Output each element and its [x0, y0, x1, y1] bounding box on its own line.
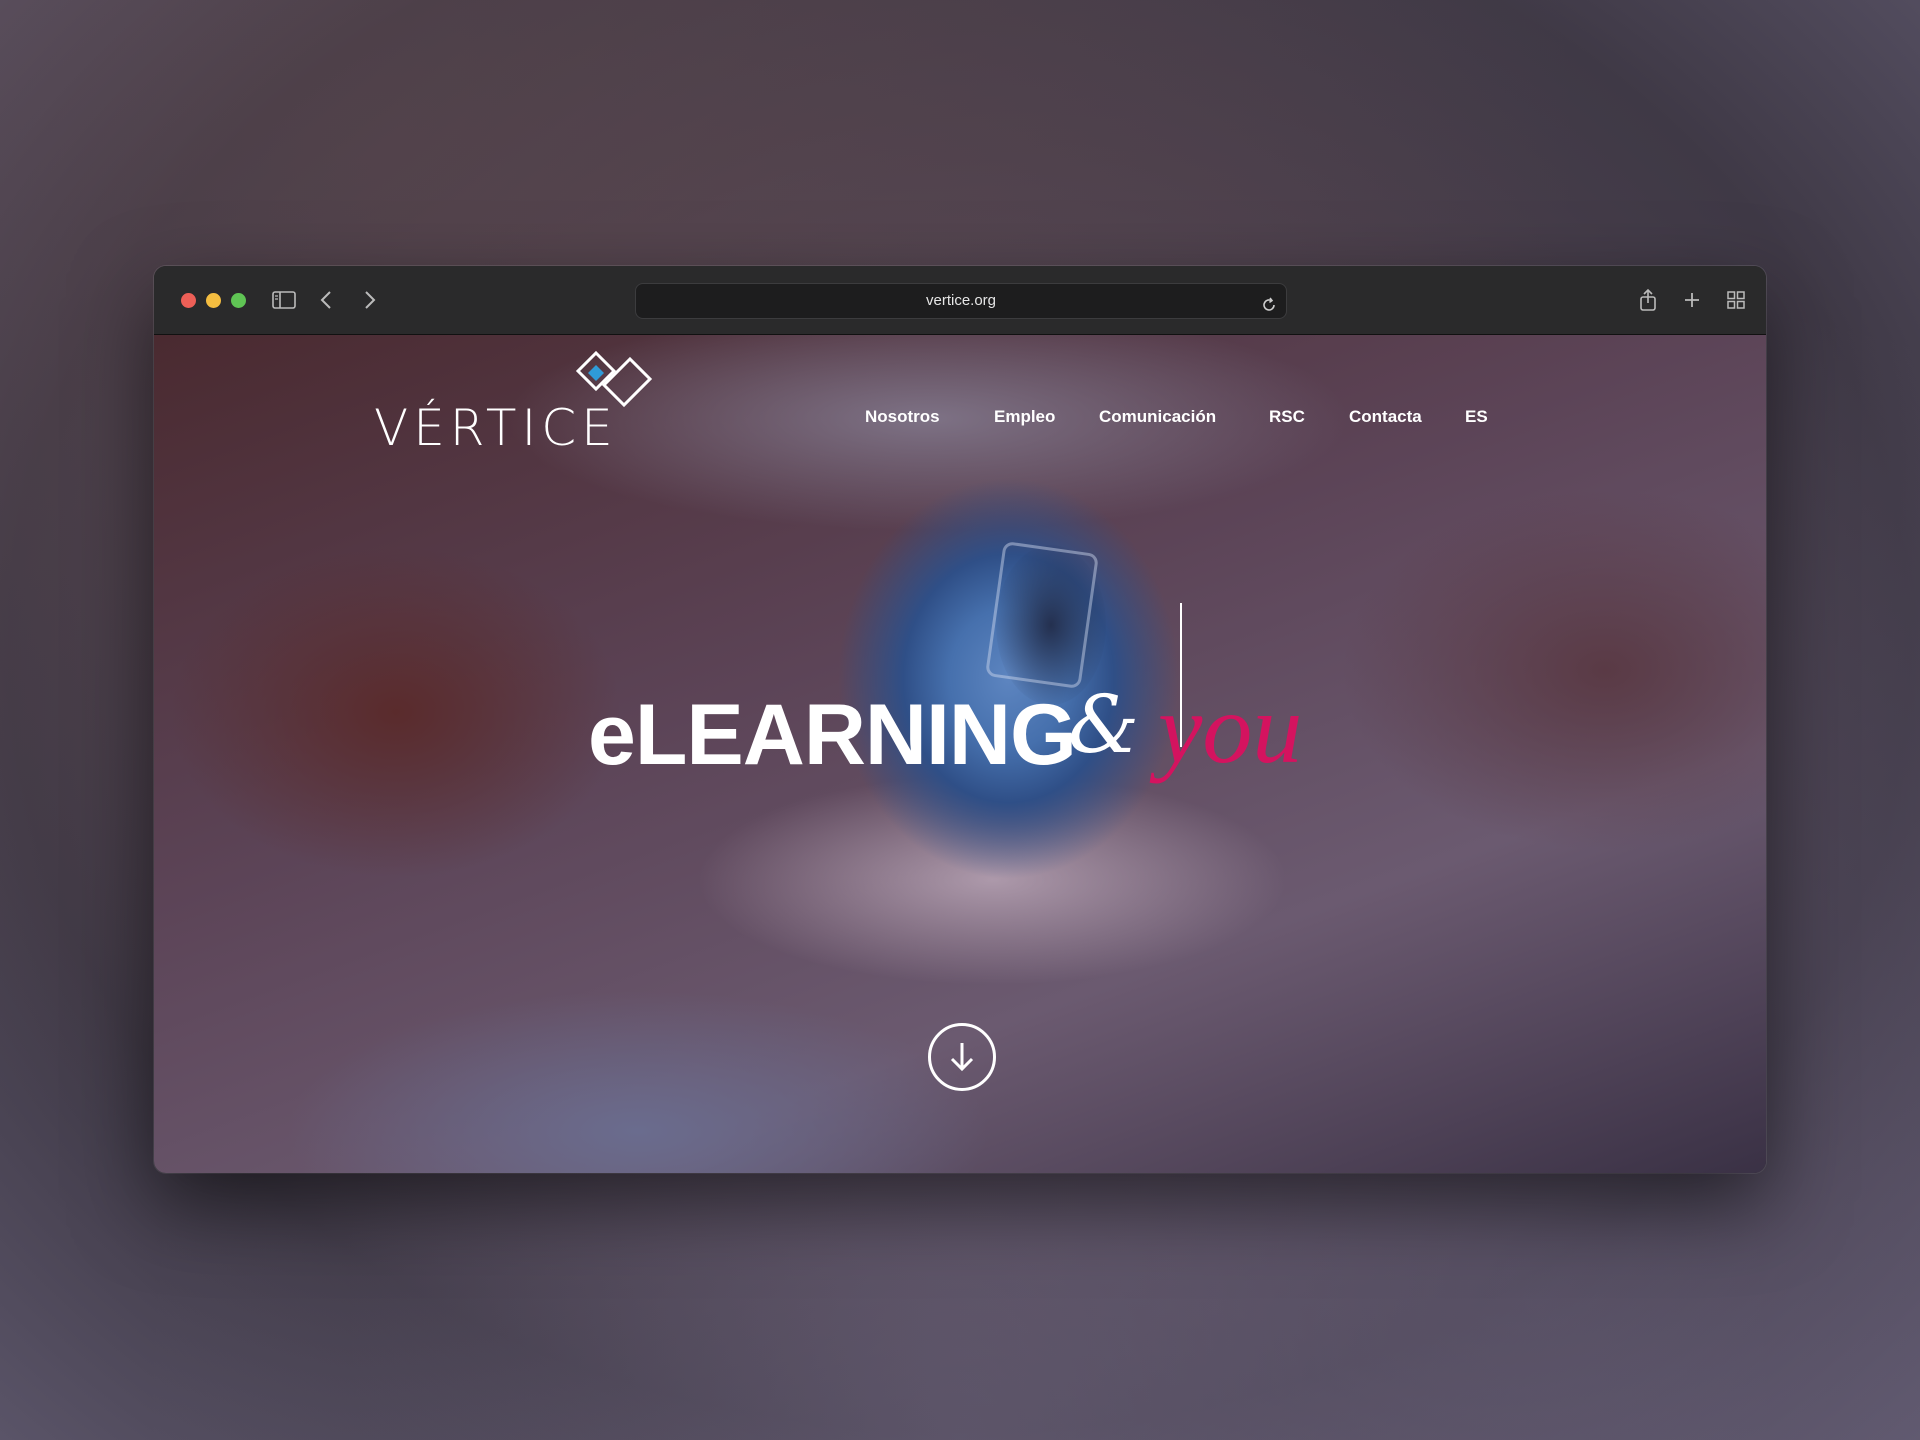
url-text: vertice.org	[925, 292, 997, 309]
nav-item-comunicacion[interactable]: Comunicación	[1099, 407, 1216, 427]
scroll-down-button[interactable]	[928, 1023, 996, 1091]
nav-item-rsc[interactable]: RSC	[1269, 407, 1305, 427]
hero-headline: eLEARNING & you	[588, 678, 1388, 835]
browser-window: vertice.org VÉRTICE Nosotros Empleo Comu…	[154, 266, 1766, 1173]
language-selector[interactable]: ES	[1465, 407, 1488, 427]
typing-cursor	[1180, 603, 1182, 747]
reload-icon[interactable]	[1260, 292, 1278, 311]
grid-icon[interactable]	[1722, 286, 1750, 314]
site-logo[interactable]: VÉRTICE	[374, 351, 664, 457]
close-window-button[interactable]	[181, 293, 196, 308]
hero-eye-reflection	[985, 540, 1099, 690]
share-icon[interactable]	[1634, 286, 1662, 314]
nav-item-empleo[interactable]: Empleo	[994, 407, 1055, 427]
browser-toolbar: vertice.org	[154, 266, 1766, 335]
address-bar[interactable]: vertice.org	[635, 283, 1287, 319]
chevron-right-icon[interactable]	[356, 286, 384, 314]
nav-item-contacta[interactable]: Contacta	[1349, 407, 1422, 427]
sidebar-icon[interactable]	[270, 286, 298, 314]
main-nav: Nosotros Empleo Comunicación RSC Contact…	[154, 407, 1766, 437]
zoom-window-button[interactable]	[231, 293, 246, 308]
hero-title-ampersand: &	[1068, 678, 1140, 771]
hero-title-main: eLEARNING	[588, 687, 1077, 783]
chevron-left-icon[interactable]	[312, 286, 340, 314]
arrow-down-circle-icon	[950, 1043, 974, 1072]
plus-icon[interactable]	[1678, 286, 1706, 314]
minimize-window-button[interactable]	[206, 293, 221, 308]
page-viewport: VÉRTICE Nosotros Empleo Comunicación RSC…	[154, 335, 1766, 1173]
nav-item-nosotros[interactable]: Nosotros	[865, 407, 940, 427]
